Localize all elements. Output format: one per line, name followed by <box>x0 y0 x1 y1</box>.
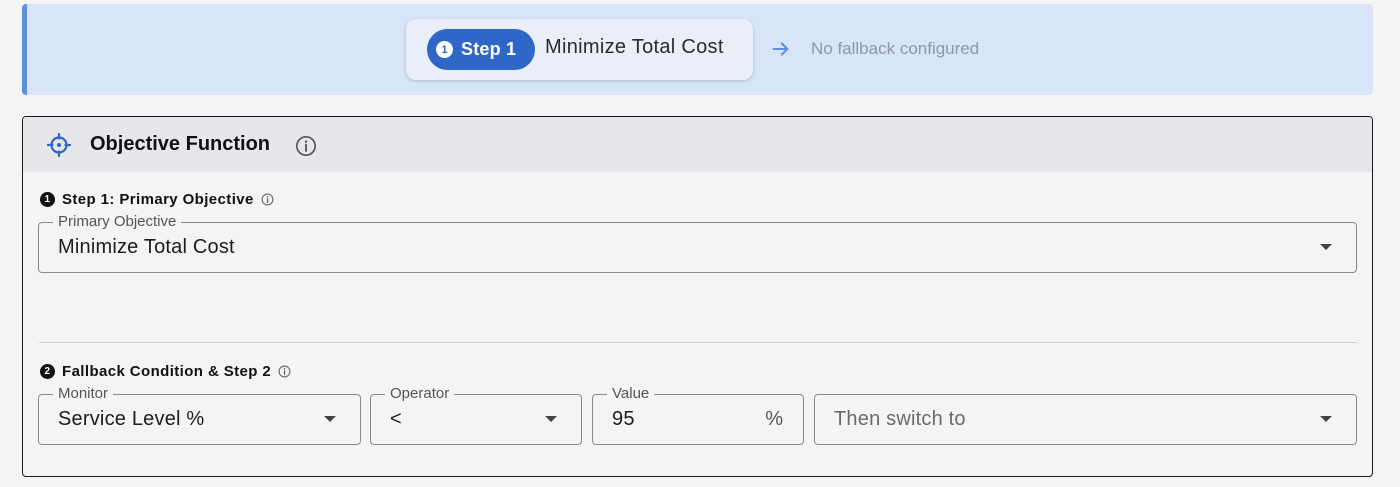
primary-objective-value: Minimize Total Cost <box>58 236 235 258</box>
fallback-status: No fallback configured <box>811 39 980 58</box>
monitor-select[interactable]: Monitor Service Level % <box>38 385 361 445</box>
switch-to-select[interactable]: Then switch to <box>814 394 1357 445</box>
percent-unit: % <box>765 408 783 430</box>
chevron-down-icon <box>1320 244 1332 250</box>
step-2-number-badge: 2 <box>40 364 55 379</box>
switch-to-placeholder: Then switch to <box>834 408 966 430</box>
step-2-heading-label: Fallback Condition & Step 2 <box>62 363 272 380</box>
section-divider <box>39 342 1357 343</box>
step-1-pill[interactable]: 1 Step 1 <box>427 29 535 70</box>
primary-objective-label: Primary Objective <box>53 213 182 231</box>
chevron-down-icon <box>1320 416 1332 422</box>
chevron-down-icon <box>545 416 557 422</box>
step-pill-label: Step 1 <box>461 39 517 59</box>
step-1-objective: Minimize Total Cost <box>545 36 724 58</box>
step-1-heading: 1 Step 1: Primary Objective <box>40 191 274 208</box>
value-label: Value <box>607 385 655 403</box>
panel-header: Objective Function <box>23 117 1372 172</box>
step-number-badge: 1 <box>436 41 453 58</box>
step-1-heading-label: Step 1: Primary Objective <box>62 191 254 208</box>
operator-select[interactable]: Operator < <box>370 385 582 445</box>
primary-objective-select[interactable]: Primary Objective Minimize Total Cost <box>38 213 1357 273</box>
info-icon[interactable] <box>278 365 291 378</box>
monitor-value: Service Level % <box>58 408 205 430</box>
step-1-number-badge: 1 <box>40 192 55 207</box>
info-icon[interactable] <box>261 193 274 206</box>
info-icon[interactable] <box>295 135 317 157</box>
objective-function-panel: Objective Function 1 Step 1: Primary Obj… <box>22 116 1373 477</box>
chevron-down-icon <box>324 416 336 422</box>
threshold-value: 95 <box>612 408 635 430</box>
operator-label: Operator <box>385 385 455 403</box>
monitor-label: Monitor <box>53 385 114 403</box>
target-icon <box>47 133 71 157</box>
step-2-heading: 2 Fallback Condition & Step 2 <box>40 363 291 380</box>
arrow-right-icon <box>772 42 789 56</box>
operator-value: < <box>390 408 402 430</box>
threshold-value-input[interactable]: Value 95 % <box>592 385 804 445</box>
panel-title: Objective Function <box>90 133 271 155</box>
